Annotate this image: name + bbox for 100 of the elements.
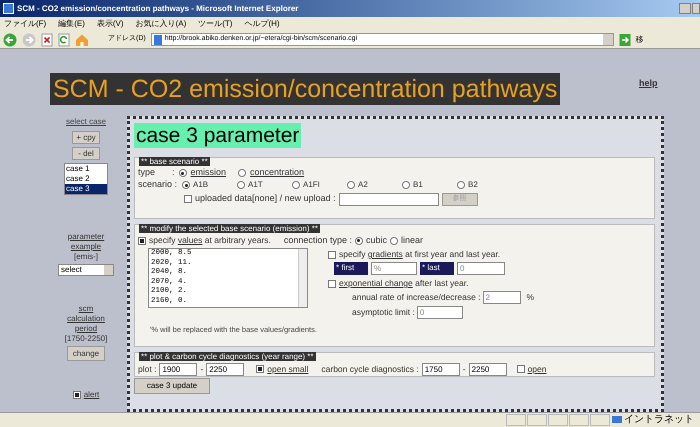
update-button[interactable]: case 3 update <box>134 378 210 394</box>
option-link[interactable]: exponential change <box>339 278 413 288</box>
period-link[interactable]: period <box>74 324 98 334</box>
radio-button[interactable] <box>178 169 187 177</box>
input-field[interactable]: 2250 <box>206 362 244 376</box>
option-label: specify gradients at first year and last year. <box>339 248 500 261</box>
example-select[interactable]: select <box>58 264 114 276</box>
menu-item[interactable]: お気に入り(A) <box>136 18 186 30</box>
input-field[interactable]: 2 <box>482 291 521 304</box>
page-icon[interactable] <box>152 32 163 46</box>
status-pane <box>527 414 547 426</box>
checkbox[interactable] <box>72 391 81 399</box>
radio-button[interactable] <box>347 181 355 189</box>
option-link[interactable]: gradients <box>368 249 403 260</box>
case-list-item[interactable]: case 2 <box>65 174 107 184</box>
scenario-option: A1T <box>248 179 263 191</box>
radio-button[interactable] <box>390 236 398 244</box>
checkbox[interactable] <box>516 365 525 373</box>
input-field[interactable]: 1900 <box>159 362 198 376</box>
example-note: [emis-] <box>74 252 98 262</box>
case-list-item[interactable]: case 1 <box>65 164 107 174</box>
input-field[interactable]: 0 <box>416 306 463 319</box>
option-link[interactable]: values <box>178 235 202 246</box>
status-pane <box>548 414 568 426</box>
case-title: case 3 parameter <box>134 123 302 148</box>
menu-item[interactable]: ヘルプ(H) <box>244 18 280 30</box>
window-icon <box>3 3 14 14</box>
scenario-option: A1B <box>193 179 208 191</box>
case-list[interactable]: case 1 case 2 case 3 <box>64 163 108 195</box>
period-link[interactable]: calculation <box>67 314 105 324</box>
first-year-label: * first <box>334 262 368 275</box>
menu-item[interactable]: 編集(E) <box>58 18 85 30</box>
menu-item[interactable]: ファイル(F) <box>4 18 46 30</box>
open-small-link[interactable]: open small <box>267 362 308 376</box>
alert-link[interactable]: alert <box>84 389 100 401</box>
colon: : <box>172 166 175 180</box>
type-label: type <box>138 166 156 180</box>
parameter-example-link[interactable]: example <box>70 242 102 252</box>
section-legend: ** modify the selected base scenario (emission) ** <box>139 224 320 233</box>
case-list-item[interactable]: case 3 <box>65 184 107 194</box>
connection-option: cubic <box>366 234 387 248</box>
menu-item[interactable]: 表示(V) <box>96 18 124 30</box>
upload-label: uploaded data[none] / new upload : <box>195 192 336 206</box>
open-link[interactable]: open <box>528 362 546 376</box>
change-button[interactable]: change <box>66 346 105 361</box>
plot-label: plot : <box>138 362 156 376</box>
range-dash: - <box>200 362 204 376</box>
input-field[interactable]: 1750 <box>422 362 460 376</box>
input-field[interactable] <box>338 192 439 206</box>
scenario-label: scenario : <box>138 178 178 192</box>
select-case-link[interactable]: select case <box>66 116 106 128</box>
help-link[interactable]: help <box>639 77 658 90</box>
range-dash: - <box>462 362 466 376</box>
period-range: [1750-2250] <box>64 334 108 344</box>
status-pane <box>506 414 526 426</box>
radio-button[interactable] <box>292 181 300 189</box>
stop-icon[interactable] <box>41 32 53 46</box>
menu-item[interactable]: ツール(T) <box>198 18 232 30</box>
type-option-link[interactable]: concentration <box>250 166 304 180</box>
refresh-icon[interactable] <box>58 32 70 46</box>
radio-button[interactable] <box>182 181 190 189</box>
carbon-cycle-label: carbon cycle diagnostics : <box>321 362 419 376</box>
radio-button[interactable] <box>238 169 246 177</box>
type-option-link[interactable]: emission <box>190 166 226 180</box>
status-pane <box>590 414 610 426</box>
checkbox[interactable] <box>184 195 192 203</box>
limit-label: asymptotic limit : <box>352 306 415 319</box>
checkbox[interactable] <box>328 250 336 258</box>
option-label: specify values at arbitrary years. <box>149 234 271 247</box>
radio-button[interactable] <box>237 181 245 189</box>
period-link[interactable]: scm <box>78 304 94 314</box>
status-zone: イントラネット <box>624 414 694 426</box>
radio-button[interactable] <box>354 236 363 244</box>
section-legend: ** plot & carbon cycle diagnostics (year range) ** <box>139 352 316 361</box>
input-field[interactable]: 0 <box>457 262 505 275</box>
checkbox[interactable] <box>328 280 336 288</box>
option-label: exponential change after last year. <box>339 277 468 290</box>
scenario-option: A2 <box>358 179 368 191</box>
rate-label: annual rate of increase/decrease : <box>352 291 481 304</box>
checkbox[interactable] <box>256 365 264 373</box>
rate-unit: % <box>526 291 534 304</box>
connection-label: connection type : <box>284 234 352 247</box>
case-button[interactable]: + cpy <box>72 131 100 144</box>
last-year-label: * last <box>420 262 454 275</box>
section-legend: ** base scenario ** <box>139 157 210 166</box>
scrollbar[interactable] <box>298 249 307 307</box>
radio-button[interactable] <box>457 181 465 189</box>
go-label[interactable]: 移 <box>636 34 644 46</box>
minimize-button[interactable] <box>679 3 691 14</box>
back-arrow-icon[interactable] <box>3 32 17 46</box>
checkbox[interactable] <box>138 236 146 244</box>
connection-option: linear <box>400 234 423 248</box>
radio-button[interactable] <box>402 181 410 189</box>
scenario-option: B2 <box>468 179 478 191</box>
input-field[interactable]: 2250 <box>468 362 507 376</box>
parameter-example-link[interactable]: parameter <box>68 232 104 242</box>
maximize-button[interactable] <box>692 3 700 14</box>
input-field[interactable]: % <box>371 262 417 275</box>
case-button[interactable]: - del <box>72 147 100 160</box>
scenario-option: A1FI <box>303 179 320 191</box>
